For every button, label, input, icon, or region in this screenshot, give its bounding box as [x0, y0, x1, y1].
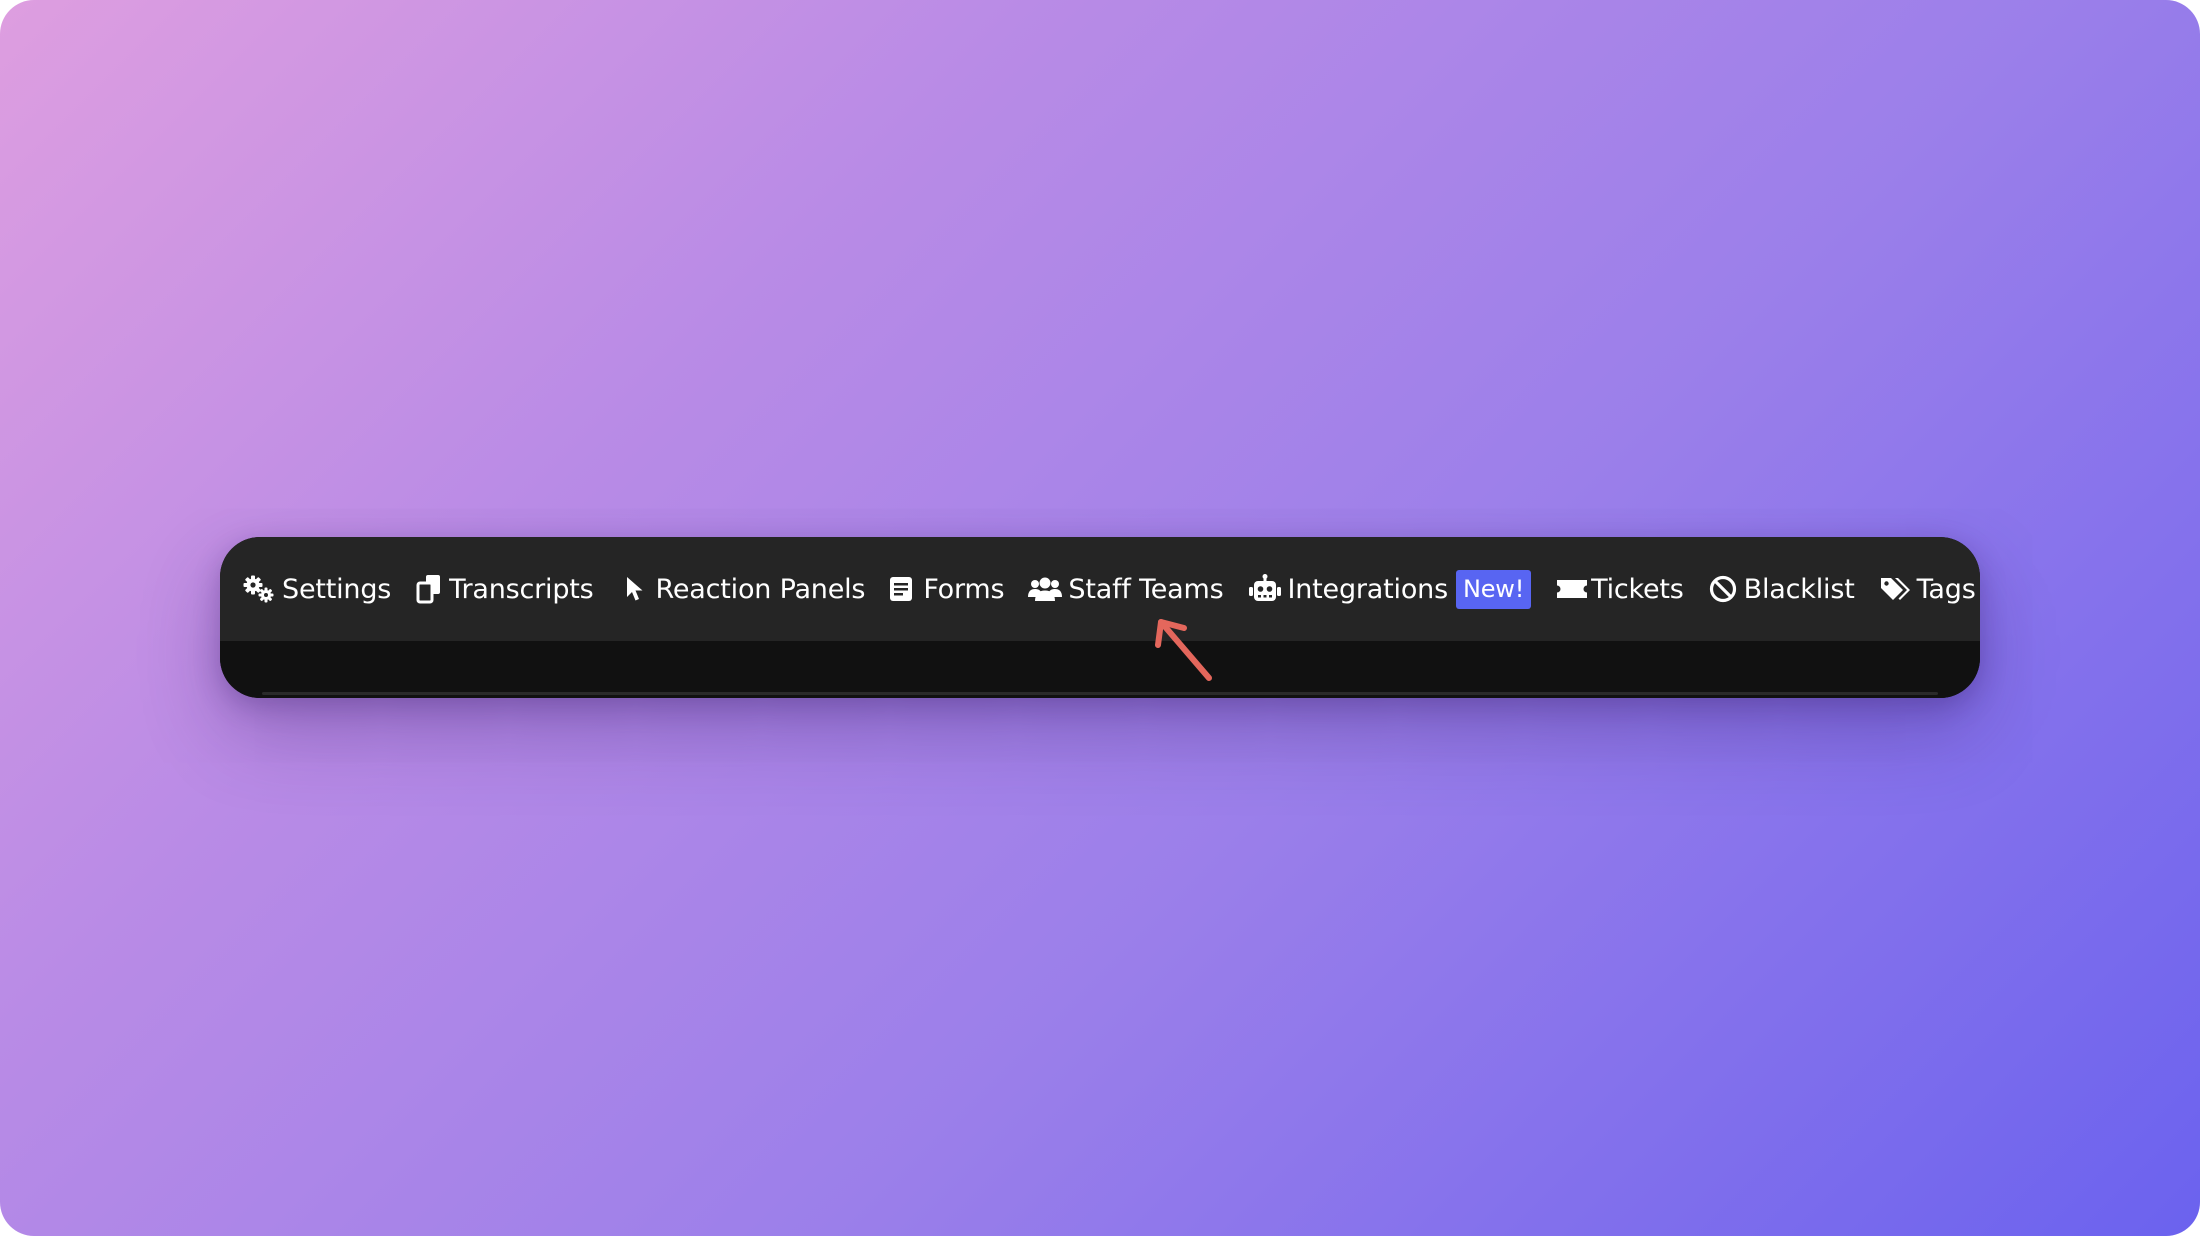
users-icon [1028, 575, 1063, 603]
nav-item-label: Integrations [1287, 573, 1449, 605]
dashboard-navbar-card: Settings Transcripts Reaction Panels For… [220, 537, 1980, 698]
nav-item-label: Tags [1916, 573, 1976, 605]
gears-icon [242, 574, 276, 604]
nav-item-staff-teams[interactable]: Staff Teams [1028, 573, 1224, 605]
pointer-icon [624, 575, 646, 603]
tags-icon [1879, 575, 1911, 603]
robot-icon [1248, 574, 1282, 604]
nav-item-label: Tickets [1591, 573, 1684, 605]
form-icon [889, 575, 913, 603]
copy-icon [415, 574, 443, 604]
nav-item-label: Staff Teams [1068, 573, 1224, 605]
nav-bar: Settings Transcripts Reaction Panels For… [220, 537, 1980, 641]
nav-item-label: Blacklist [1743, 573, 1855, 605]
ban-icon [1708, 574, 1738, 604]
nav-item-blacklist[interactable]: Blacklist [1708, 574, 1855, 604]
nav-item-label: Transcripts [449, 573, 594, 605]
nav-item-label: Settings [282, 573, 392, 605]
ticket-icon [1555, 575, 1589, 603]
nav-item-label: Reaction Panels [655, 573, 866, 605]
nav-item-tickets[interactable]: Tickets [1555, 575, 1684, 603]
nav-item-label: Forms [923, 573, 1005, 605]
content-area [220, 641, 1980, 698]
nav-item-settings[interactable]: Settings [242, 574, 391, 604]
nav-item-tags[interactable]: Tags [1879, 575, 1976, 603]
nav-item-forms[interactable]: Forms [889, 573, 1005, 605]
nav-item-reaction-panels[interactable]: Reaction Panels [618, 575, 866, 603]
nav-item-integrations[interactable]: Integrations New! [1248, 569, 1532, 609]
new-badge: New! [1455, 569, 1532, 609]
background-canvas: Settings Transcripts Reaction Panels For… [0, 0, 2200, 1236]
content-divider [262, 692, 1938, 695]
nav-item-transcripts[interactable]: Transcripts [415, 573, 594, 605]
